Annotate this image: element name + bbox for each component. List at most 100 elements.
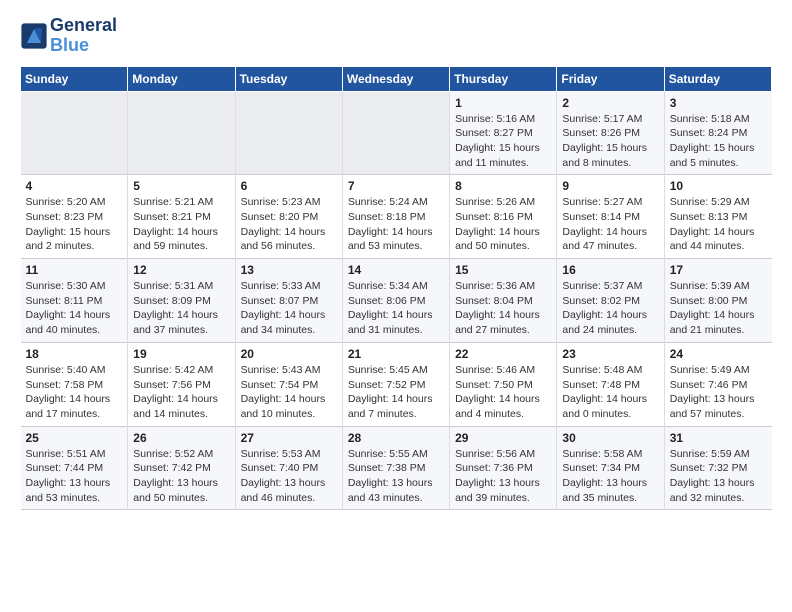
calendar-cell: 21 Sunrise: 5:45 AM Sunset: 7:52 PM Dayli… [342,342,449,426]
calendar-cell [342,91,449,175]
weekday-header-thursday: Thursday [450,66,557,91]
day-info: Sunrise: 5:33 AM Sunset: 8:07 PM Dayligh… [241,279,337,338]
day-info: Sunrise: 5:49 AM Sunset: 7:46 PM Dayligh… [670,363,767,422]
day-info: Sunrise: 5:26 AM Sunset: 8:16 PM Dayligh… [455,195,551,254]
day-number: 6 [241,179,337,193]
day-info: Sunrise: 5:53 AM Sunset: 7:40 PM Dayligh… [241,447,337,506]
calendar-cell: 22 Sunrise: 5:46 AM Sunset: 7:50 PM Dayli… [450,342,557,426]
day-number: 18 [26,347,123,361]
day-info: Sunrise: 5:56 AM Sunset: 7:36 PM Dayligh… [455,447,551,506]
day-number: 1 [455,96,551,110]
day-info: Sunrise: 5:16 AM Sunset: 8:27 PM Dayligh… [455,112,551,171]
day-info: Sunrise: 5:20 AM Sunset: 8:23 PM Dayligh… [26,195,123,254]
day-info: Sunrise: 5:37 AM Sunset: 8:02 PM Dayligh… [562,279,658,338]
day-number: 29 [455,431,551,445]
day-number: 26 [133,431,229,445]
weekday-header-sunday: Sunday [21,66,128,91]
day-number: 2 [562,96,658,110]
calendar-cell: 31 Sunrise: 5:59 AM Sunset: 7:32 PM Dayli… [664,426,771,510]
calendar-cell: 10 Sunrise: 5:29 AM Sunset: 8:13 PM Dayli… [664,175,771,259]
weekday-header-saturday: Saturday [664,66,771,91]
calendar-week-5: 25 Sunrise: 5:51 AM Sunset: 7:44 PM Dayli… [21,426,772,510]
day-number: 19 [133,347,229,361]
weekday-header-friday: Friday [557,66,664,91]
day-number: 25 [26,431,123,445]
calendar-cell: 23 Sunrise: 5:48 AM Sunset: 7:48 PM Dayli… [557,342,664,426]
day-number: 17 [670,263,767,277]
day-number: 28 [348,431,444,445]
calendar-cell: 5 Sunrise: 5:21 AM Sunset: 8:21 PM Daylig… [128,175,235,259]
day-info: Sunrise: 5:36 AM Sunset: 8:04 PM Dayligh… [455,279,551,338]
day-info: Sunrise: 5:40 AM Sunset: 7:58 PM Dayligh… [26,363,123,422]
day-info: Sunrise: 5:34 AM Sunset: 8:06 PM Dayligh… [348,279,444,338]
calendar-cell [128,91,235,175]
calendar-cell: 20 Sunrise: 5:43 AM Sunset: 7:54 PM Dayli… [235,342,342,426]
calendar-cell: 3 Sunrise: 5:18 AM Sunset: 8:24 PM Daylig… [664,91,771,175]
calendar-cell: 13 Sunrise: 5:33 AM Sunset: 8:07 PM Dayli… [235,259,342,343]
day-info: Sunrise: 5:31 AM Sunset: 8:09 PM Dayligh… [133,279,229,338]
calendar-cell: 28 Sunrise: 5:55 AM Sunset: 7:38 PM Dayli… [342,426,449,510]
calendar-cell: 16 Sunrise: 5:37 AM Sunset: 8:02 PM Dayli… [557,259,664,343]
day-number: 10 [670,179,767,193]
day-number: 14 [348,263,444,277]
day-number: 9 [562,179,658,193]
day-number: 27 [241,431,337,445]
day-number: 24 [670,347,767,361]
day-number: 5 [133,179,229,193]
day-number: 31 [670,431,767,445]
day-info: Sunrise: 5:51 AM Sunset: 7:44 PM Dayligh… [26,447,123,506]
day-number: 30 [562,431,658,445]
calendar-cell: 4Sunrise: 5:20 AM Sunset: 8:23 PM Daylig… [21,175,128,259]
day-info: Sunrise: 5:42 AM Sunset: 7:56 PM Dayligh… [133,363,229,422]
calendar-cell: 12 Sunrise: 5:31 AM Sunset: 8:09 PM Dayli… [128,259,235,343]
day-number: 11 [26,263,123,277]
weekday-header-monday: Monday [128,66,235,91]
calendar-week-3: 11 Sunrise: 5:30 AM Sunset: 8:11 PM Dayli… [21,259,772,343]
day-number: 16 [562,263,658,277]
logo: GeneralBlue [20,16,117,56]
calendar-cell: 24 Sunrise: 5:49 AM Sunset: 7:46 PM Dayli… [664,342,771,426]
day-info: Sunrise: 5:17 AM Sunset: 8:26 PM Dayligh… [562,112,658,171]
day-number: 3 [670,96,767,110]
day-info: Sunrise: 5:55 AM Sunset: 7:38 PM Dayligh… [348,447,444,506]
day-number: 8 [455,179,551,193]
calendar-cell: 27 Sunrise: 5:53 AM Sunset: 7:40 PM Dayli… [235,426,342,510]
calendar-cell: 26 Sunrise: 5:52 AM Sunset: 7:42 PM Dayli… [128,426,235,510]
day-info: Sunrise: 5:45 AM Sunset: 7:52 PM Dayligh… [348,363,444,422]
calendar-cell: 15 Sunrise: 5:36 AM Sunset: 8:04 PM Dayli… [450,259,557,343]
day-info: Sunrise: 5:39 AM Sunset: 8:00 PM Dayligh… [670,279,767,338]
calendar-cell: 2 Sunrise: 5:17 AM Sunset: 8:26 PM Daylig… [557,91,664,175]
day-info: Sunrise: 5:48 AM Sunset: 7:48 PM Dayligh… [562,363,658,422]
day-number: 22 [455,347,551,361]
day-number: 23 [562,347,658,361]
calendar-cell: 29 Sunrise: 5:56 AM Sunset: 7:36 PM Dayli… [450,426,557,510]
day-info: Sunrise: 5:29 AM Sunset: 8:13 PM Dayligh… [670,195,767,254]
day-info: Sunrise: 5:18 AM Sunset: 8:24 PM Dayligh… [670,112,767,171]
day-number: 15 [455,263,551,277]
day-info: Sunrise: 5:52 AM Sunset: 7:42 PM Dayligh… [133,447,229,506]
weekday-header-wednesday: Wednesday [342,66,449,91]
calendar-cell: 25 Sunrise: 5:51 AM Sunset: 7:44 PM Dayli… [21,426,128,510]
calendar-cell: 17 Sunrise: 5:39 AM Sunset: 8:00 PM Dayli… [664,259,771,343]
calendar-cell [235,91,342,175]
day-info: Sunrise: 5:21 AM Sunset: 8:21 PM Dayligh… [133,195,229,254]
day-number: 13 [241,263,337,277]
calendar-cell: 19 Sunrise: 5:42 AM Sunset: 7:56 PM Dayli… [128,342,235,426]
day-info: Sunrise: 5:59 AM Sunset: 7:32 PM Dayligh… [670,447,767,506]
day-number: 20 [241,347,337,361]
calendar-cell: 1 Sunrise: 5:16 AM Sunset: 8:27 PM Daylig… [450,91,557,175]
day-number: 12 [133,263,229,277]
day-info: Sunrise: 5:46 AM Sunset: 7:50 PM Dayligh… [455,363,551,422]
calendar-cell: 18 Sunrise: 5:40 AM Sunset: 7:58 PM Dayli… [21,342,128,426]
calendar-cell: 8 Sunrise: 5:26 AM Sunset: 8:16 PM Daylig… [450,175,557,259]
day-number: 21 [348,347,444,361]
day-info: Sunrise: 5:23 AM Sunset: 8:20 PM Dayligh… [241,195,337,254]
day-info: Sunrise: 5:24 AM Sunset: 8:18 PM Dayligh… [348,195,444,254]
calendar-table: SundayMondayTuesdayWednesdayThursdayFrid… [20,66,772,511]
calendar-week-1: 1 Sunrise: 5:16 AM Sunset: 8:27 PM Daylig… [21,91,772,175]
calendar-cell: 6 Sunrise: 5:23 AM Sunset: 8:20 PM Daylig… [235,175,342,259]
weekday-header-row: SundayMondayTuesdayWednesdayThursdayFrid… [21,66,772,91]
calendar-cell: 9Sunrise: 5:27 AM Sunset: 8:14 PM Daylig… [557,175,664,259]
day-info: Sunrise: 5:30 AM Sunset: 8:11 PM Dayligh… [26,279,123,338]
day-info: Sunrise: 5:43 AM Sunset: 7:54 PM Dayligh… [241,363,337,422]
